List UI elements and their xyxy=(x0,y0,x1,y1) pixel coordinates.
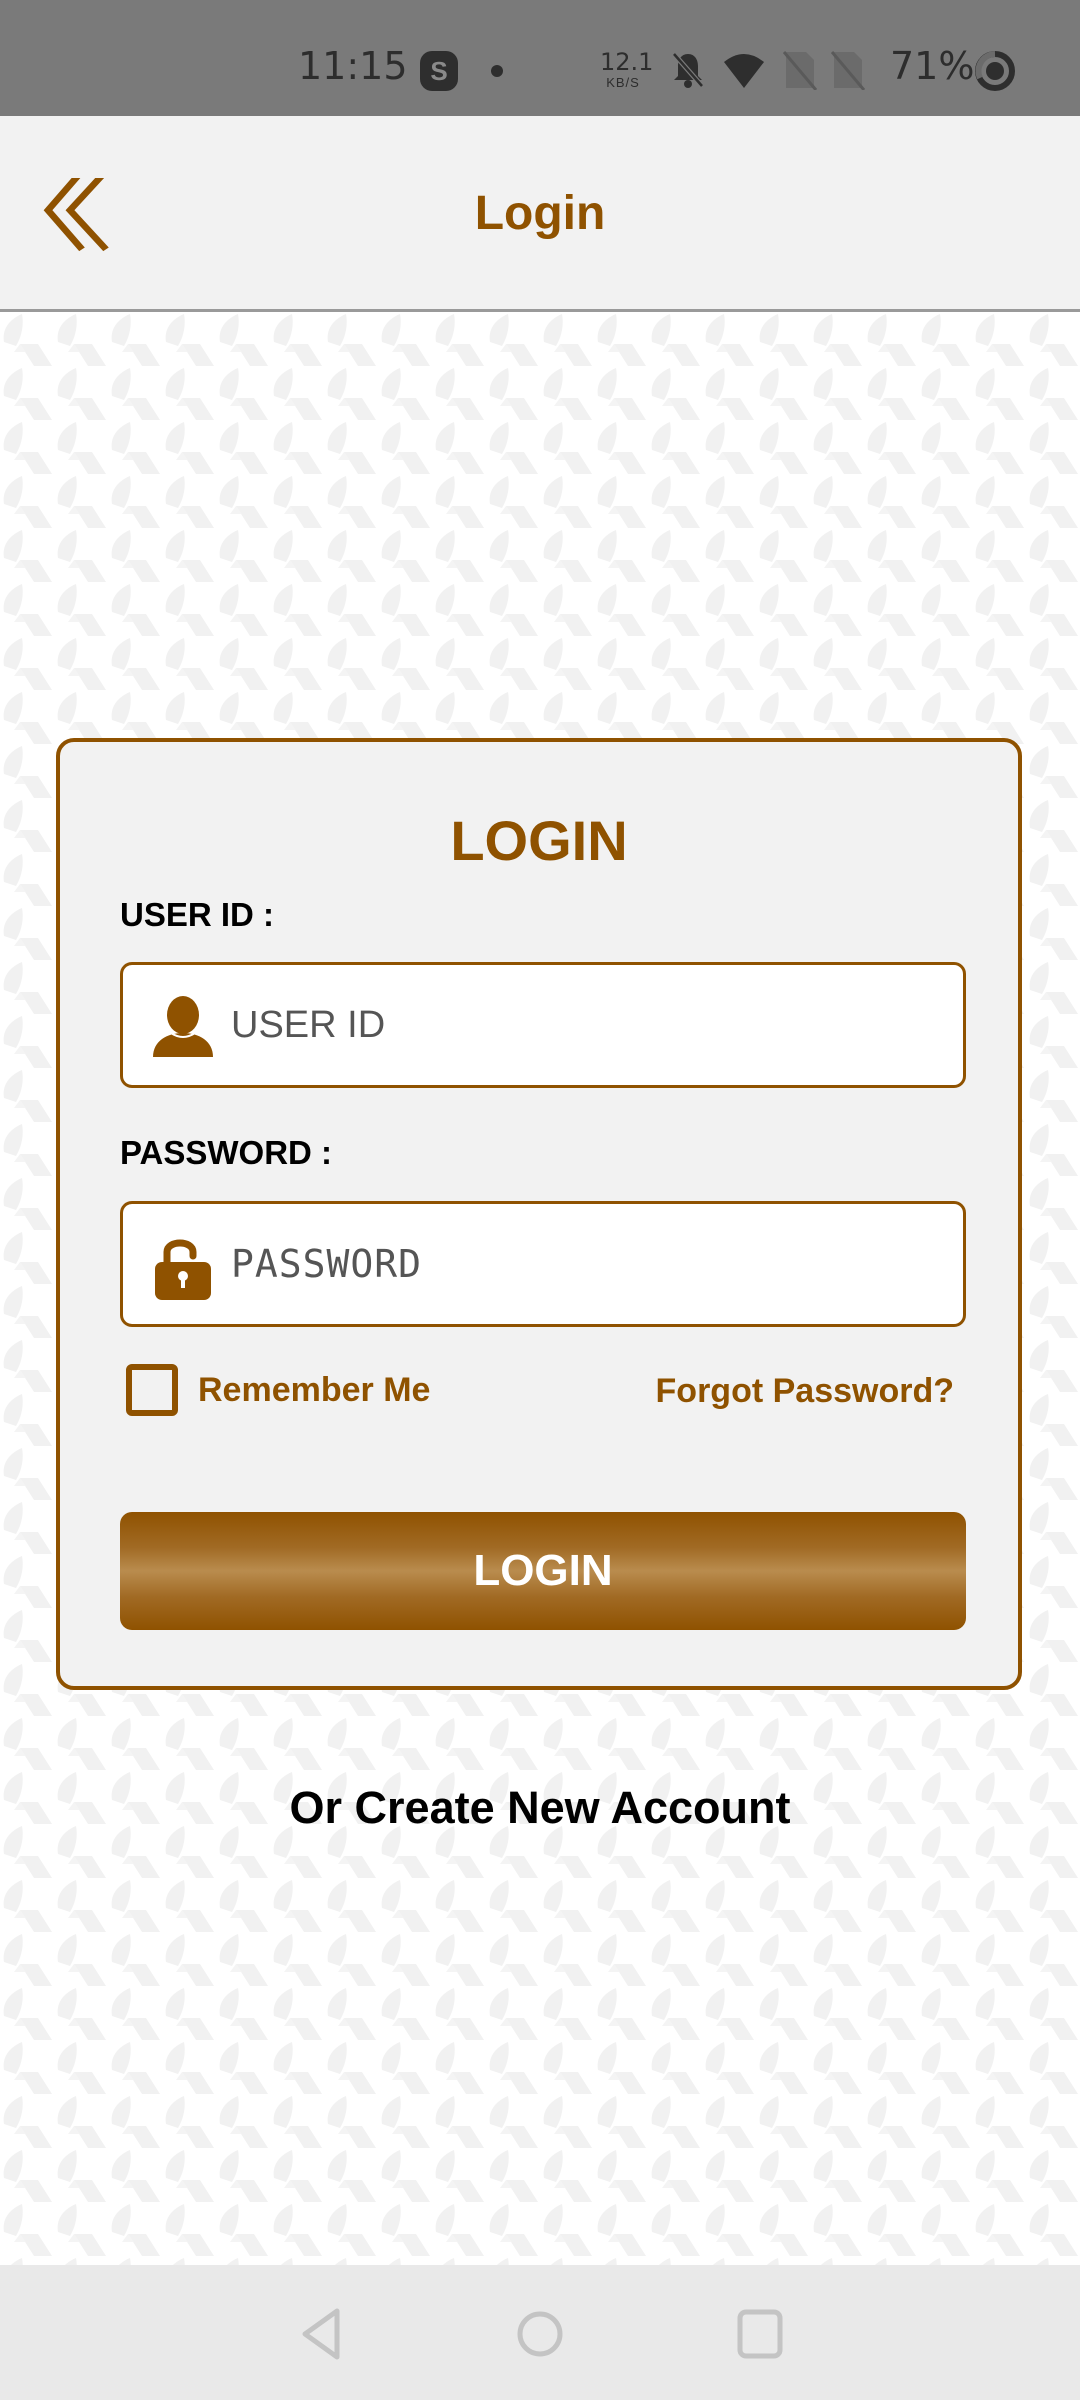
remember-me-label[interactable]: Remember Me xyxy=(198,1371,430,1410)
forgot-password-link[interactable]: Forgot Password? xyxy=(656,1372,954,1411)
app-header: Login xyxy=(0,116,1080,312)
card-title: LOGIN xyxy=(450,809,628,872)
bell-off-icon xyxy=(672,52,704,88)
remember-me[interactable]: Remember Me xyxy=(126,1362,430,1418)
unlock-icon xyxy=(155,1239,211,1300)
no-sim-icon xyxy=(782,51,818,90)
password-input[interactable] xyxy=(231,1204,951,1324)
network-speed-value: 12.1 xyxy=(600,48,654,76)
more-notifications-dot-icon xyxy=(491,65,503,77)
battery-icon xyxy=(975,51,1015,91)
user-icon xyxy=(153,996,213,1057)
login-card: LOGIN USER ID : PASSWORD : Remember Me xyxy=(56,738,1022,1690)
status-time: 11:15 xyxy=(298,44,408,88)
no-sim-icon xyxy=(830,51,866,90)
user-id-field[interactable] xyxy=(120,962,966,1088)
network-speed: 12.1 KB/S xyxy=(600,48,654,90)
nav-recents-icon[interactable] xyxy=(725,2299,795,2369)
nav-home-icon[interactable] xyxy=(505,2299,575,2369)
login-button[interactable]: LOGIN xyxy=(120,1512,966,1630)
nav-back-icon[interactable] xyxy=(287,2299,357,2369)
wifi-icon xyxy=(724,54,764,88)
system-nav-bar xyxy=(0,2265,1080,2400)
user-id-input[interactable] xyxy=(231,965,951,1085)
content-area: LOGIN USER ID : PASSWORD : Remember Me xyxy=(0,312,1080,2265)
password-label: PASSWORD : xyxy=(120,1134,333,1171)
password-field[interactable] xyxy=(120,1201,966,1327)
page-title: Login xyxy=(474,187,606,240)
network-speed-unit: KB/S xyxy=(606,75,640,90)
remember-me-checkbox[interactable] xyxy=(126,1364,178,1416)
create-account-link[interactable]: Or Create New Account xyxy=(0,1782,1080,1834)
skype-icon: S xyxy=(420,51,458,91)
status-bar: 11:15 S 12.1 KB/S 71% xyxy=(0,0,1080,116)
user-id-label: USER ID : xyxy=(120,896,275,933)
battery-percent: 71% xyxy=(890,44,975,88)
